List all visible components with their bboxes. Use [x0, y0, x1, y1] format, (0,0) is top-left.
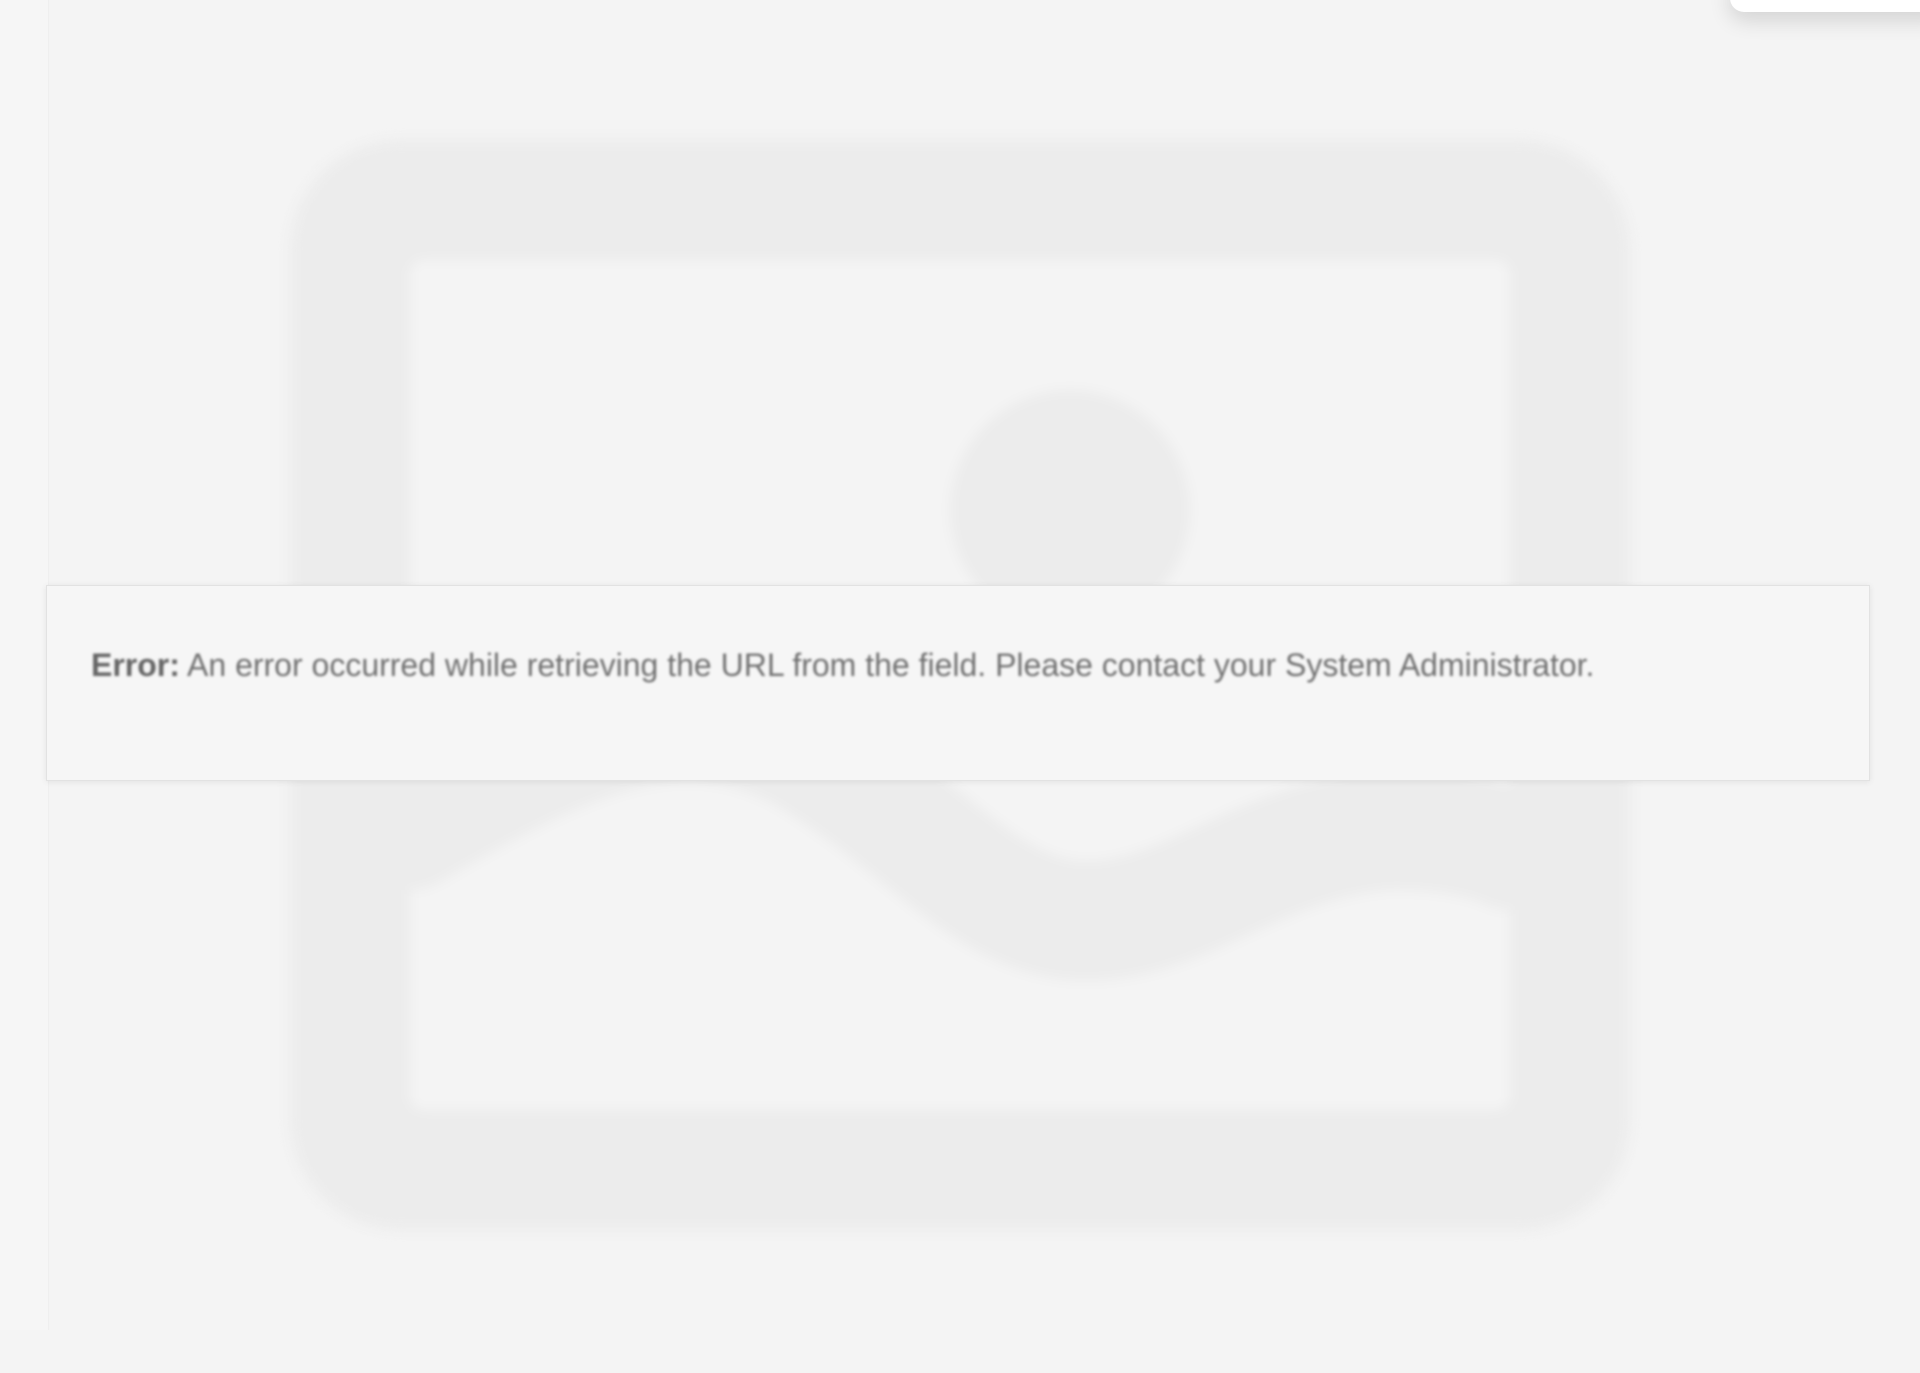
error-text: An error occurred while retrieving the U… — [187, 647, 1595, 683]
viewport: Error: An error occurred while retrievin… — [0, 0, 1920, 1373]
error-message: Error: An error occurred while retrievin… — [91, 638, 1691, 692]
error-banner: Error: An error occurred while retrievin… — [46, 585, 1870, 781]
error-label: Error: — [91, 647, 180, 683]
left-edge-panel — [0, 0, 49, 1330]
corner-panel — [1730, 0, 1920, 12]
